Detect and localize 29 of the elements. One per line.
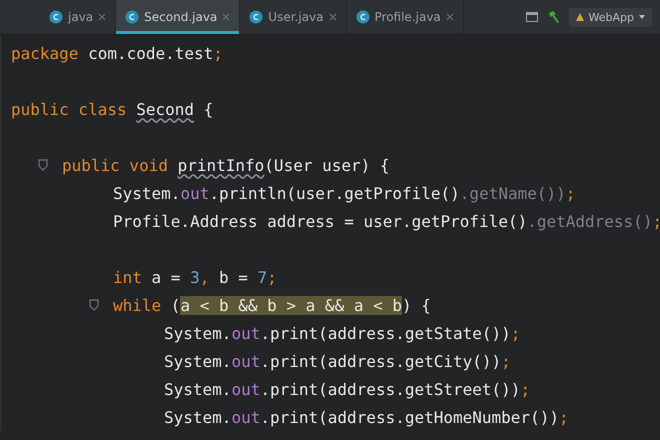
class-icon: [249, 10, 264, 24]
class-icon: [49, 10, 63, 24]
class-icon: [356, 10, 370, 24]
code-line: public class Second {: [11, 100, 214, 118]
code-line: System.out.print(address.getCity());: [164, 352, 511, 370]
code-line: public void printInfo(User user) {: [62, 156, 390, 174]
close-icon[interactable]: [222, 13, 230, 21]
code-line: System.out.print(address.getStreet());: [164, 380, 530, 398]
code-line: while (a < b && b > a && a < b) {: [113, 296, 431, 314]
code-line: System.out.print(address.getState());: [164, 324, 520, 342]
file-tab[interactable]: Second.java: [116, 0, 240, 34]
code-line: int a = 3, b = 7;: [113, 268, 277, 286]
code-line: System.out.print(address.getHomeNumber());: [164, 408, 569, 426]
code-line: System.out.println(user.getProfile().getName());: [113, 184, 576, 202]
code-line: package com.code.test;: [11, 44, 223, 62]
close-icon[interactable]: [446, 13, 454, 21]
hammer-icon[interactable]: [546, 10, 561, 24]
config-icon: [574, 12, 585, 22]
file-tab[interactable]: Profile.java: [346, 0, 464, 34]
caret-icon: [638, 13, 646, 21]
code-line: Profile.Address address = user.getProfile().getAddress();: [113, 212, 660, 230]
file-tab[interactable]: User.java: [240, 0, 346, 34]
close-icon[interactable]: [328, 13, 336, 21]
fold-marker-icon[interactable]: [38, 159, 48, 171]
close-icon[interactable]: [98, 13, 106, 21]
run-config-dropdown[interactable]: WebApp: [568, 8, 652, 26]
fold-marker-icon[interactable]: [89, 299, 99, 311]
window-icon[interactable]: [524, 10, 539, 24]
class-icon: [125, 10, 140, 24]
